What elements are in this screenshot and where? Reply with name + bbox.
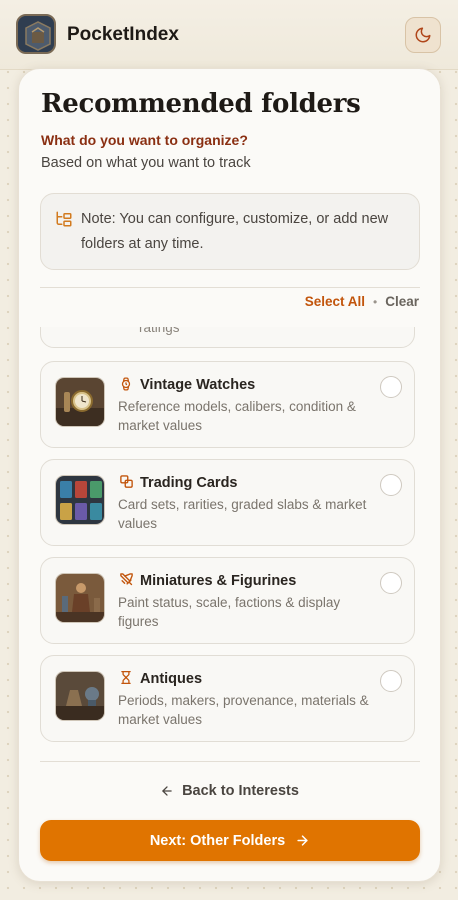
theme-toggle-button[interactable]: [405, 17, 441, 53]
app-title: PocketIndex: [67, 24, 179, 45]
miniatures-thumbnail: [55, 573, 105, 623]
page-title: Recommended folders: [41, 89, 361, 119]
note-text: Note: You can configure, customize, or a…: [81, 211, 389, 252]
clear-button[interactable]: Clear: [385, 294, 419, 309]
separator-dot: •: [373, 294, 378, 309]
folder-item-title: Miniatures & Figurines: [140, 573, 297, 589]
back-to-interests-link[interactable]: Back to Interests: [19, 783, 440, 799]
folder-item-partial[interactable]: ratings: [40, 327, 415, 348]
select-all-button[interactable]: Select All: [305, 294, 365, 309]
selection-controls: Select All • Clear: [305, 294, 419, 309]
hourglass-icon: [121, 671, 131, 684]
folder-item-antiques[interactable]: Antiques Periods, makers, provenance, ma…: [40, 655, 415, 742]
folder-item-desc: Periods, makers, provenance, materials &…: [118, 693, 369, 727]
folder-item-trading-cards[interactable]: Trading Cards Card sets, rarities, grade…: [40, 459, 415, 546]
divider: [40, 287, 420, 288]
cards-icon: [120, 475, 133, 488]
next-other-folders-button[interactable]: Next: Other Folders: [40, 820, 420, 861]
folder-checkbox[interactable]: [380, 670, 402, 692]
divider: [40, 761, 420, 762]
folder-item-desc: Card sets, rarities, graded slabs & mark…: [118, 497, 367, 531]
next-label: Next: Other Folders: [149, 832, 286, 849]
folder-checkbox[interactable]: [380, 376, 402, 398]
folder-tree-icon: [56, 211, 72, 227]
folder-item-desc: Paint status, scale, factions & display …: [118, 595, 341, 629]
folder-item-title: Antiques: [140, 671, 203, 687]
note-box: Note: You can configure, customize, or a…: [40, 193, 420, 270]
app-logo[interactable]: [16, 14, 56, 54]
folder-item-title: Trading Cards: [140, 475, 238, 491]
moon-icon: [415, 27, 431, 43]
arrow-right-icon: [297, 835, 308, 846]
watch-icon: [121, 377, 131, 391]
trading-cards-thumbnail: [55, 475, 105, 525]
folder-checkbox[interactable]: [380, 572, 402, 594]
subtitle: Based on what you want to track: [41, 155, 251, 171]
folder-checkbox[interactable]: [380, 474, 402, 496]
folder-item-miniatures-figurines[interactable]: Miniatures & Figurines Paint status, sca…: [40, 557, 415, 644]
folder-item-desc: Reference models, calibers, condition & …: [118, 399, 356, 433]
top-bar: PocketIndex: [0, 0, 458, 70]
antiques-thumbnail: [55, 671, 105, 721]
folder-item-title: Vintage Watches: [140, 377, 256, 393]
folder-item-desc: ratings: [139, 327, 180, 335]
vintage-watches-thumbnail: [55, 377, 105, 427]
back-label: Back to Interests: [182, 783, 299, 799]
recommended-folders-card: Recommended folders What do you want to …: [18, 68, 441, 882]
arrow-left-icon: [162, 786, 172, 796]
swords-icon: [120, 573, 133, 586]
folder-list[interactable]: ratings Vintage Watches Reference models…: [19, 327, 440, 759]
question-label: What do you want to organize?: [41, 132, 248, 148]
folder-item-vintage-watches[interactable]: Vintage Watches Reference models, calibe…: [40, 361, 415, 448]
